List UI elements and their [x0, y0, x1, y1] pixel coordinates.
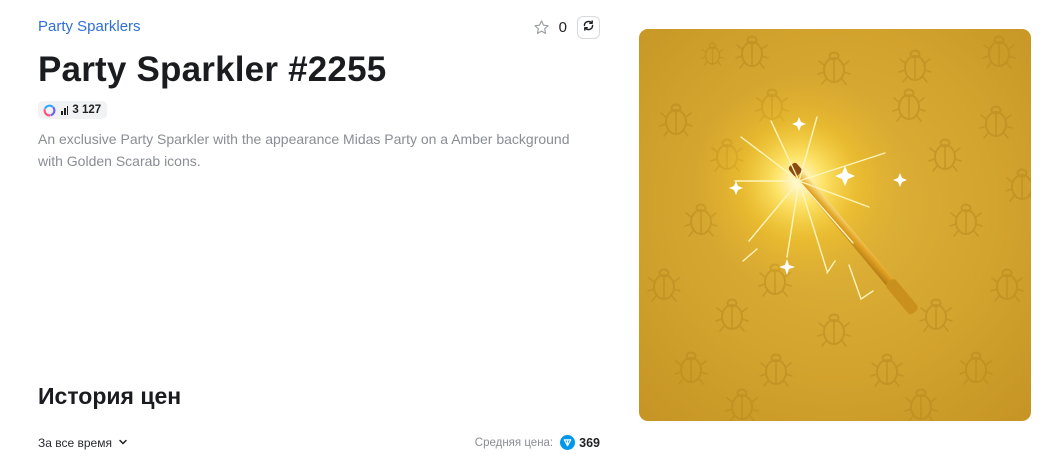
price-history-title: История цен [38, 383, 182, 409]
ton-icon [560, 435, 576, 450]
stat-badge[interactable]: 3 127 [38, 101, 108, 119]
period-dropdown[interactable]: За все время [38, 436, 128, 450]
favorite-button[interactable]: 0 [533, 19, 567, 36]
period-label: За все время [38, 436, 112, 450]
refresh-icon [582, 19, 595, 37]
collection-link[interactable]: Party Sparklers [38, 18, 141, 35]
star-icon [533, 19, 550, 36]
bars-icon [61, 105, 69, 115]
favorites-count: 0 [558, 19, 567, 36]
item-info-panel: Party Sparklers 0 Party Sparkler #2255 3… [38, 0, 600, 470]
item-image [639, 29, 1031, 421]
item-description: An exclusive Party Sparkler with the app… [38, 131, 570, 169]
average-price-value: 369 [579, 435, 600, 450]
refresh-button[interactable] [577, 16, 600, 39]
page-title: Party Sparkler #2255 [38, 50, 387, 89]
logo-icon [43, 104, 56, 117]
stat-value: 3 127 [72, 104, 102, 116]
average-price-label: Средняя цена: [474, 436, 554, 449]
top-actions: 0 [533, 16, 600, 39]
chevron-down-icon [118, 436, 128, 450]
average-price: Средняя цена: 369 [475, 435, 600, 450]
